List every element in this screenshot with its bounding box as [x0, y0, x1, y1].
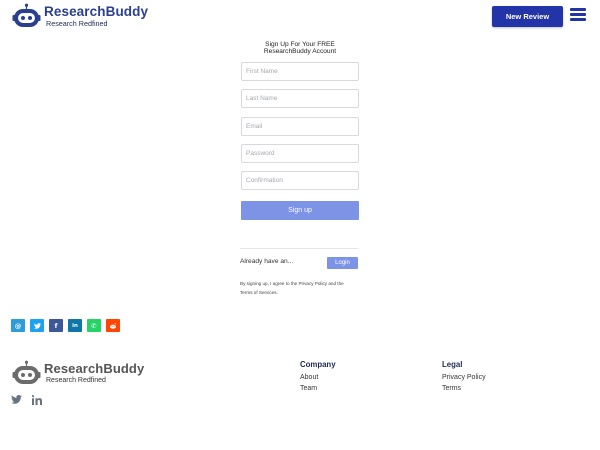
email-icon: @ [14, 321, 22, 330]
brand-title: ResearchBuddy [44, 3, 149, 19]
footer-legal-heading: Legal [442, 360, 463, 369]
share-reddit-button[interactable] [106, 319, 120, 332]
already-have-account-text: Already have an... [240, 258, 294, 265]
footer-brand-logo[interactable]: ResearchBuddy Research Redfined [12, 360, 144, 386]
linkedin-icon: in [72, 322, 78, 329]
confirmation-input[interactable] [241, 171, 359, 190]
top-navbar: ResearchBuddy Research Redfined New Revi… [0, 0, 600, 34]
brand-logo[interactable]: ResearchBuddy Research Redfined [12, 3, 148, 29]
linkedin-icon[interactable] [32, 395, 42, 405]
divider [240, 248, 358, 249]
hamburger-menu-icon[interactable] [570, 8, 586, 22]
footer-brand-subtitle: Research Redfined [46, 376, 106, 384]
footer-company-heading: Company [300, 360, 336, 369]
share-email-button[interactable]: @ [11, 319, 25, 332]
share-whatsapp-button[interactable]: ✆ [87, 319, 101, 332]
twitter-icon [33, 322, 41, 329]
login-button[interactable]: Login [327, 257, 358, 269]
share-facebook-button[interactable]: f [49, 319, 63, 332]
share-bar: @ f in ✆ [11, 319, 125, 332]
last-name-input[interactable] [241, 89, 359, 108]
reddit-icon [110, 322, 116, 329]
footer-brand-title: ResearchBuddy [44, 360, 145, 376]
twitter-icon[interactable] [11, 395, 22, 404]
robot-logo-icon [12, 3, 41, 27]
whatsapp-icon: ✆ [91, 321, 97, 330]
password-input[interactable] [241, 144, 359, 163]
new-review-button[interactable]: New Review [492, 6, 563, 27]
share-linkedin-button[interactable]: in [68, 319, 82, 332]
terms-notice: By signing up, I agree to the Privacy Po… [240, 281, 344, 295]
signup-button[interactable]: Sign up [241, 201, 359, 220]
share-twitter-button[interactable] [30, 319, 44, 332]
robot-logo-icon [12, 360, 41, 384]
footer-link-about[interactable]: About [300, 374, 318, 381]
email-input[interactable] [241, 117, 359, 136]
footer-link-terms[interactable]: Terms [442, 385, 461, 392]
first-name-input[interactable] [241, 62, 359, 81]
signup-title: Sign Up For Your FREE ResearchBuddy Acco… [263, 41, 337, 55]
facebook-icon: f [54, 321, 58, 330]
brand-subtitle: Research Redfined [46, 18, 108, 28]
footer-link-team[interactable]: Team [300, 385, 317, 392]
footer-link-privacy-policy[interactable]: Privacy Policy [442, 374, 486, 381]
